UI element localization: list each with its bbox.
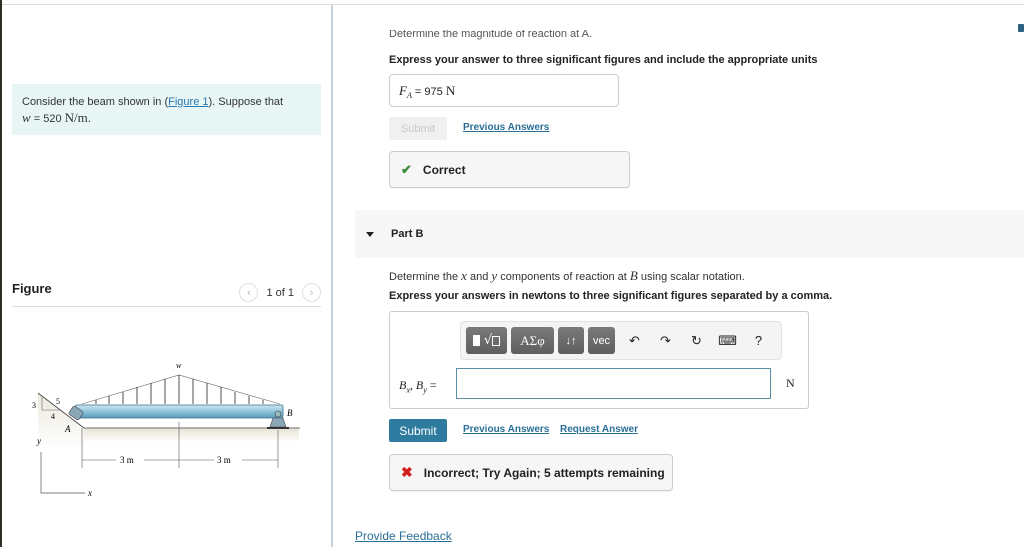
partb-submit-button[interactable]: Submit: [389, 419, 447, 442]
check-icon: ✔: [401, 161, 412, 177]
cross-icon: ✖: [401, 464, 413, 480]
point-b-label: B: [287, 408, 293, 418]
partb-previous-answers-link[interactable]: Previous Answers: [463, 424, 549, 435]
parta-instruction: Express your answer to three significant…: [389, 54, 818, 66]
slope-label-5: 5: [56, 397, 60, 406]
figure-pager: ‹ 1 of 1 ›: [239, 283, 321, 302]
parta-prompt-clipped: Determine the magnitude of reaction at A…: [389, 30, 593, 40]
partb-header[interactable]: Part B: [355, 210, 1024, 258]
partb-answer-label: Bx, By =: [399, 378, 437, 394]
ground-shadow: [84, 428, 299, 442]
parta-answer-value: 975: [424, 86, 443, 98]
pager-text: 1 of 1: [266, 286, 294, 299]
provide-feedback-link[interactable]: Provide Feedback: [355, 529, 452, 543]
slope-label-4: 4: [51, 412, 55, 421]
chevron-right-icon: ›: [309, 286, 314, 299]
question-text: using scalar notation.: [637, 271, 745, 283]
question-b: B: [629, 268, 638, 283]
w-symbol: w: [22, 110, 31, 125]
dim-left-label: 3 m: [120, 455, 134, 465]
root-icon: √: [483, 333, 493, 348]
figure-title: Figure: [12, 281, 52, 296]
help-icon[interactable]: ?: [743, 327, 774, 354]
scroll-marker[interactable]: [1018, 24, 1024, 32]
parta-feedback: ✔ Correct: [389, 151, 630, 188]
template-block-icon: [472, 335, 480, 346]
parta-answer-label: F: [399, 83, 407, 98]
support-b: [269, 417, 287, 428]
beam-figure: 3 4 5 w A B 3 m 3 m y x: [32, 361, 300, 498]
prev-figure-button[interactable]: ‹: [239, 283, 259, 302]
slope-ground: [38, 393, 84, 450]
redo-icon[interactable]: ↷: [650, 327, 681, 354]
collapse-triangle-icon[interactable]: [366, 231, 374, 237]
parta-answer-box: FA = 975 N: [389, 74, 619, 107]
beam: [74, 404, 284, 419]
figure-link[interactable]: Figure 1: [168, 96, 208, 108]
w-units: N/m.: [64, 110, 91, 125]
load-envelope: [81, 374, 281, 405]
question-text: components of reaction at: [497, 271, 630, 283]
axis-x-label: x: [87, 488, 92, 498]
lhs-eq: =: [426, 378, 437, 392]
keyboard-icon[interactable]: ⌨: [712, 327, 743, 354]
greek-button[interactable]: ΑΣφ: [511, 327, 554, 354]
point-a-label: A: [64, 424, 71, 434]
parta-previous-answers-link[interactable]: Previous Answers: [463, 122, 549, 133]
partb-feedback: ✖ Incorrect; Try Again; 5 attempts remai…: [389, 454, 673, 491]
partb-instruction: Express your answers in newtons to three…: [389, 290, 833, 302]
partb-unit: N: [786, 376, 795, 390]
request-answer-link[interactable]: Request Answer: [560, 424, 638, 435]
intro-text-before: Consider the beam shown in (: [22, 96, 169, 108]
undo-icon[interactable]: ↶: [619, 327, 650, 354]
window-edge: [0, 0, 2, 547]
partb-feedback-text: Incorrect; Try Again; 5 attempts remaini…: [423, 465, 665, 480]
parta-answer-eq: =: [411, 86, 425, 98]
axis-y-label: y: [36, 436, 41, 446]
reset-icon[interactable]: ↻: [681, 327, 712, 354]
problem-intro: Consider the beam shown in (Figure 1). S…: [12, 84, 321, 135]
column-divider: [331, 5, 333, 547]
figure-header: Figure ‹ 1 of 1 ›: [12, 279, 321, 307]
parta-submit-button[interactable]: Submit: [389, 117, 447, 140]
question-text: Determine the: [389, 271, 462, 283]
w-equals: = 520: [30, 113, 65, 125]
partb-answer-box: √ ΑΣφ ↓↑ vec ↶ ↷ ↻ ⌨ ? Bx, By = N: [389, 311, 809, 409]
coordinate-axes: [40, 452, 85, 494]
partb-title: Part B: [391, 228, 424, 240]
slope-label-3: 3: [32, 401, 36, 410]
dim-right-label: 3 m: [217, 455, 231, 465]
parta-answer-unit: N: [445, 83, 456, 98]
load-label-w: w: [176, 361, 182, 370]
question-text: and: [466, 271, 492, 283]
intro-text-after: ). Suppose that: [208, 96, 284, 108]
load-arrows: [95, 375, 264, 404]
next-figure-button[interactable]: ›: [302, 283, 321, 302]
vec-button[interactable]: vec: [588, 327, 615, 354]
parta-feedback-text: Correct: [422, 162, 466, 177]
templates-button[interactable]: √: [466, 327, 507, 354]
chevron-left-icon: ‹: [247, 286, 251, 299]
arrows-button[interactable]: ↓↑: [558, 327, 584, 354]
page: Consider the beam shown in (Figure 1). S…: [0, 0, 1024, 547]
partb-question: Determine the x and y components of reac…: [389, 268, 745, 284]
partb-answer-input[interactable]: [456, 368, 771, 399]
math-toolbar: √ ΑΣφ ↓↑ vec ↶ ↷ ↻ ⌨ ?: [460, 321, 782, 360]
box-icon: [492, 335, 501, 346]
top-divider: [2, 4, 1024, 5]
